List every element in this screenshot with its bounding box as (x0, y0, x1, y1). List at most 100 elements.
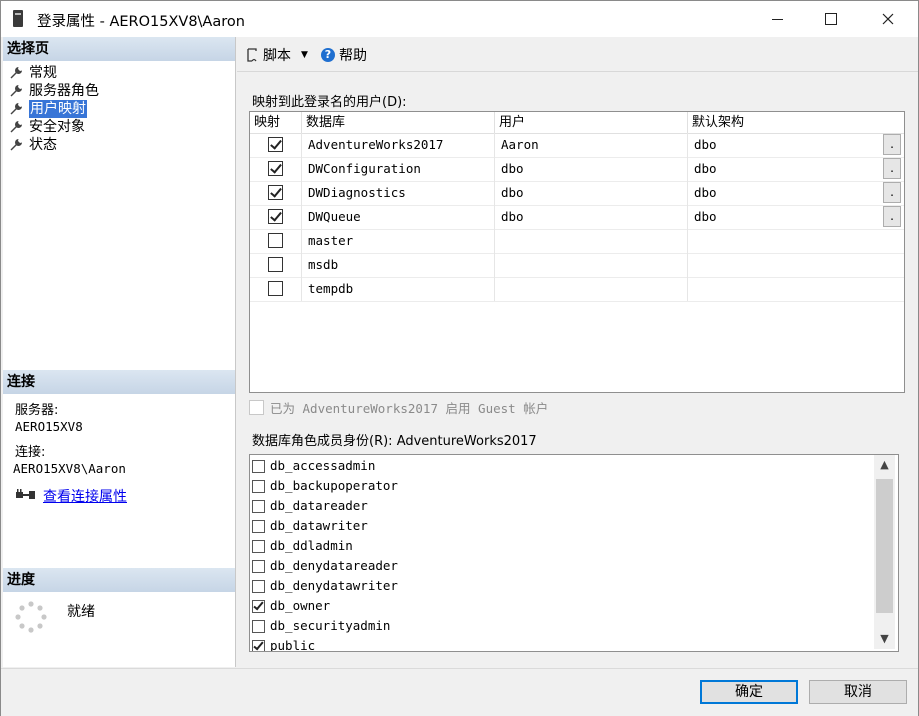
role-checkbox[interactable] (252, 599, 265, 613)
user-cell[interactable] (495, 229, 688, 253)
help-button[interactable]: ? 帮助 (321, 45, 367, 65)
user-cell[interactable] (495, 253, 688, 277)
role-item[interactable]: db_denydatawriter (252, 576, 398, 596)
default-schema-cell[interactable] (688, 253, 904, 277)
script-button[interactable]: 脚本 ▼ (245, 45, 308, 65)
role-item[interactable]: db_backupoperator (252, 476, 398, 496)
user-cell[interactable]: dbo (495, 181, 688, 205)
role-membership-list[interactable]: db_accessadmin db_backupoperator db_datare… (249, 454, 899, 652)
role-item[interactable]: public (252, 636, 316, 652)
scroll-up-icon[interactable]: ▲ (874, 455, 895, 475)
role-checkbox[interactable] (252, 479, 265, 493)
page-item-2[interactable]: 用户映射 (9, 100, 87, 118)
default-schema-cell[interactable]: dbo (688, 181, 904, 205)
map-checkbox[interactable] (268, 137, 283, 152)
page-item-3[interactable]: 安全对象 (9, 118, 85, 136)
scroll-thumb[interactable] (876, 479, 893, 613)
progress-header: 进度 (3, 568, 235, 592)
scroll-down-icon[interactable]: ▼ (874, 629, 895, 649)
grid-row[interactable]: msdb (250, 253, 904, 278)
database-cell: master (302, 229, 495, 253)
page-item-0[interactable]: 常规 (9, 64, 57, 82)
script-label: 脚本 (263, 48, 291, 64)
role-checkbox[interactable] (252, 499, 265, 513)
column-header-map[interactable]: 映射 (250, 112, 302, 133)
role-checkbox[interactable] (252, 619, 265, 633)
role-item[interactable]: db_accessadmin (252, 456, 375, 476)
map-checkbox[interactable] (268, 209, 283, 224)
user-cell[interactable]: Aaron (495, 133, 688, 157)
grid-row[interactable]: master (250, 229, 904, 254)
role-checkbox[interactable] (252, 559, 265, 573)
role-item[interactable]: db_denydatareader (252, 556, 398, 576)
default-schema-cell[interactable]: dbo (688, 157, 904, 181)
role-name: db_denydatareader (270, 558, 398, 573)
page-item-4[interactable]: 状态 (9, 136, 57, 154)
default-schema-cell[interactable]: dbo (688, 205, 904, 229)
role-item[interactable]: db_ddladmin (252, 536, 353, 556)
connection-header: 连接 (3, 370, 235, 394)
role-list-scrollbar[interactable]: ▲ ▼ (874, 455, 895, 649)
page-item-1[interactable]: 服务器角色 (9, 82, 99, 100)
map-cell (250, 157, 302, 181)
browse-schema-button[interactable]: . (883, 134, 901, 155)
maximize-button[interactable] (808, 1, 854, 37)
default-schema-cell[interactable] (688, 229, 904, 253)
close-button[interactable] (865, 1, 911, 37)
role-checkbox[interactable] (252, 579, 265, 593)
guest-account-checkbox (249, 400, 264, 415)
role-checkbox[interactable] (252, 539, 265, 553)
role-name: db_datawriter (270, 518, 368, 533)
map-checkbox[interactable] (268, 161, 283, 176)
map-checkbox[interactable] (268, 185, 283, 200)
help-icon: ? (321, 48, 335, 62)
map-cell (250, 181, 302, 205)
role-checkbox[interactable] (252, 639, 265, 651)
role-name: db_accessadmin (270, 458, 376, 473)
role-item[interactable]: db_datareader (252, 496, 368, 516)
view-connection-properties-link[interactable]: 查看连接属性 (43, 486, 127, 506)
minimize-button[interactable] (754, 1, 800, 37)
role-name: public (270, 638, 316, 652)
grid-row[interactable]: AdventureWorks2017 Aaron dbo. (250, 133, 904, 158)
browse-schema-button[interactable]: . (883, 158, 901, 179)
grid-row[interactable]: DWQueue dbo dbo. (250, 205, 904, 230)
browse-schema-button[interactable]: . (883, 206, 901, 227)
connection-value: AERO15XV8\Aaron (13, 461, 126, 476)
user-mapping-grid[interactable]: 映射 数据库 用户 默认架构 AdventureWorks2017 Aaron db… (249, 111, 905, 393)
grid-row[interactable]: DWDiagnostics dbo dbo. (250, 181, 904, 206)
role-checkbox[interactable] (252, 519, 265, 533)
ok-button[interactable]: 确定 (700, 680, 798, 704)
database-cell: msdb (302, 253, 495, 277)
role-item[interactable]: db_datawriter (252, 516, 368, 536)
user-cell[interactable]: dbo (495, 157, 688, 181)
role-checkbox[interactable] (252, 459, 265, 473)
mapping-label: 映射到此登录名的用户(D): (252, 95, 407, 110)
user-cell[interactable] (495, 277, 688, 301)
column-header-database[interactable]: 数据库 (302, 112, 495, 133)
map-checkbox[interactable] (268, 233, 283, 248)
default-schema-cell[interactable]: dbo (688, 133, 904, 157)
title-bar[interactable]: 登录属性 - AERO15XV8\Aaron (1, 1, 918, 37)
map-cell (250, 253, 302, 277)
server-label: 服务器: (15, 403, 59, 418)
maximize-icon (825, 13, 837, 25)
wrench-icon (10, 67, 22, 79)
guest-account-row: 已为 AdventureWorks2017 启用 Guest 帐户 (249, 398, 548, 417)
role-item[interactable]: db_securityadmin (252, 616, 390, 636)
progress-spinner-icon (15, 601, 47, 633)
page-item-label: 服务器角色 (29, 83, 99, 99)
default-schema-cell[interactable] (688, 277, 904, 301)
user-cell[interactable]: dbo (495, 205, 688, 229)
cancel-button[interactable]: 取消 (809, 680, 907, 704)
dialog-button-bar: 确定 取消 (1, 668, 918, 716)
map-checkbox[interactable] (268, 257, 283, 272)
column-header-default-schema[interactable]: 默认架构 (688, 112, 904, 133)
role-item[interactable]: db_owner (252, 596, 330, 616)
browse-schema-button[interactable]: . (883, 182, 901, 203)
select-page-header: 选择页 (3, 37, 235, 61)
grid-row[interactable]: tempdb (250, 277, 904, 302)
grid-row[interactable]: DWConfiguration dbo dbo. (250, 157, 904, 182)
column-header-user[interactable]: 用户 (495, 112, 688, 133)
map-checkbox[interactable] (268, 281, 283, 296)
